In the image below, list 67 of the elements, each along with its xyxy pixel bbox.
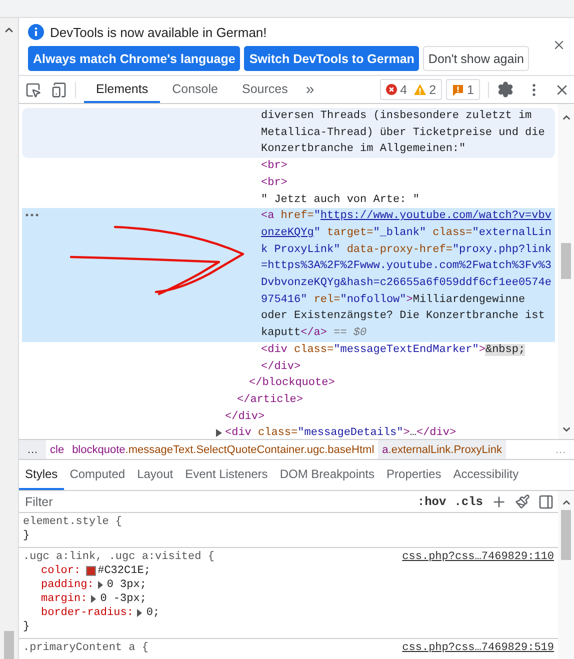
breadcrumb-overflow-button[interactable]: … — [19, 440, 46, 459]
sidebar-tab[interactable]: Properties — [380, 460, 448, 490]
more-icon — [25, 213, 39, 218]
sidebar-tab[interactable]: Layout — [131, 460, 180, 490]
hov-button[interactable]: :hov — [417, 494, 446, 508]
css-value: 0 3px; — [106, 578, 146, 592]
more-tabs-button[interactable]: » — [300, 81, 320, 98]
close-icon[interactable] — [552, 38, 566, 52]
css-value: #C32C1E; — [98, 564, 150, 578]
error-warning-counter[interactable]: 4 2 — [380, 79, 442, 100]
scrollbar-thumb[interactable] — [4, 631, 14, 659]
cls-button[interactable]: .cls — [454, 494, 483, 508]
css-value: 0 -3px; — [100, 592, 146, 606]
expand-icon[interactable] — [91, 595, 96, 603]
closing-brace: } — [23, 529, 31, 543]
infobar-button[interactable]: Don't show again — [423, 46, 529, 71]
warning-icon — [414, 84, 426, 95]
sidebar-tab[interactable]: DOM Breakpoints — [274, 460, 381, 490]
scrollbar-thumb[interactable] — [561, 510, 571, 560]
info-icon — [28, 24, 44, 40]
closing-tag: </blockquote> — [22, 375, 555, 392]
panel-tab[interactable]: Console — [160, 76, 230, 103]
css-selector: .ugc a:link, .ugc a:visited { — [23, 550, 214, 564]
breadcrumb-item[interactable]: cle — [46, 440, 68, 459]
text-node-row[interactable]: " Jetzt auch von Arte: " — [22, 192, 555, 208]
color-swatch[interactable] — [86, 566, 96, 576]
device-icon[interactable] — [51, 82, 67, 98]
infobar-button[interactable]: Switch DevTools to German — [244, 46, 420, 71]
issues-counter[interactable]: 1 — [446, 79, 480, 100]
css-selector: .primaryContent a { — [23, 641, 148, 655]
issue-icon — [452, 84, 464, 96]
closing-tag: </div> — [22, 408, 555, 426]
paintbrush-icon[interactable] — [515, 494, 530, 509]
error-icon — [386, 84, 398, 95]
plus-icon[interactable] — [491, 494, 507, 510]
sidebar-toggle-icon[interactable] — [538, 494, 554, 510]
source-link[interactable]: css.php?css…7469829:110 — [402, 550, 554, 564]
css-selector: element.style { — [23, 515, 122, 529]
dom-node-row[interactable]: <div class="messageDetails">…</div> — [22, 425, 555, 439]
sidebar-tab[interactable]: Accessibility — [447, 460, 525, 490]
dom-node-row[interactable]: <div class="messageTextEndMarker">&nbsp; — [22, 342, 555, 359]
text-node-row[interactable]: diversen Threads (insbesondere zuletzt im Metallica-Thread) über Ticketpreise und die Konzertbranche im Allgemeinen:" — [22, 108, 555, 158]
sidebar-tab[interactable]: Computed — [64, 460, 132, 490]
source-link[interactable]: css.php?css…7469829:519 — [402, 641, 554, 655]
css-value: 0; — [146, 606, 160, 620]
dom-node-row[interactable]: <a href="https://www.youtube.com/watch?v=vbvonzeKQYg" target="_blank" class="externalLink ProxyLink" data-proxy-href="proxy.php?link=https%3A%2F%2Fwww.youtube.com%2Fwatch%3Fv%3DvbvonzeKQYg&hash=c26655a6f059ddf6cf1ee0574e975416" rel="nofollow">Milliardengewinne oder Existenzängste? Die Konzertbranche ist kaputt</a> == $0 — [22, 208, 555, 342]
breadcrumb-item[interactable]: a.externalLink.ProxyLink — [378, 440, 506, 459]
css-property: padding: — [41, 578, 94, 592]
scrollbar-thumb[interactable] — [561, 243, 571, 279]
inspect-icon[interactable] — [25, 82, 41, 98]
expand-icon[interactable] — [216, 429, 222, 438]
css-property: border-radius: — [41, 606, 134, 620]
closing-tag: </article> — [22, 392, 555, 409]
css-property: margin: — [41, 592, 88, 606]
sidebar-tab[interactable]: Event Listeners — [179, 460, 274, 490]
expand-icon[interactable] — [137, 609, 142, 617]
infobar-button[interactable]: Always match Chrome's language — [28, 46, 240, 71]
closing-tag: </div> — [22, 358, 555, 376]
expand-icon[interactable] — [98, 581, 103, 589]
dom-node-row[interactable]: <br> — [22, 174, 555, 192]
css-property: color: — [41, 564, 81, 578]
panel-tab[interactable]: Sources — [230, 76, 300, 103]
panel-tab[interactable]: Elements — [84, 76, 160, 103]
breadcrumb-item[interactable]: blockquote.messageText.SelectQuoteContainer.ugc.baseHtml — [68, 440, 378, 459]
infobar-message: DevTools is now available in German! — [50, 24, 267, 40]
dom-node-row[interactable]: <br> — [22, 158, 555, 175]
closing-brace: } — [23, 620, 31, 634]
